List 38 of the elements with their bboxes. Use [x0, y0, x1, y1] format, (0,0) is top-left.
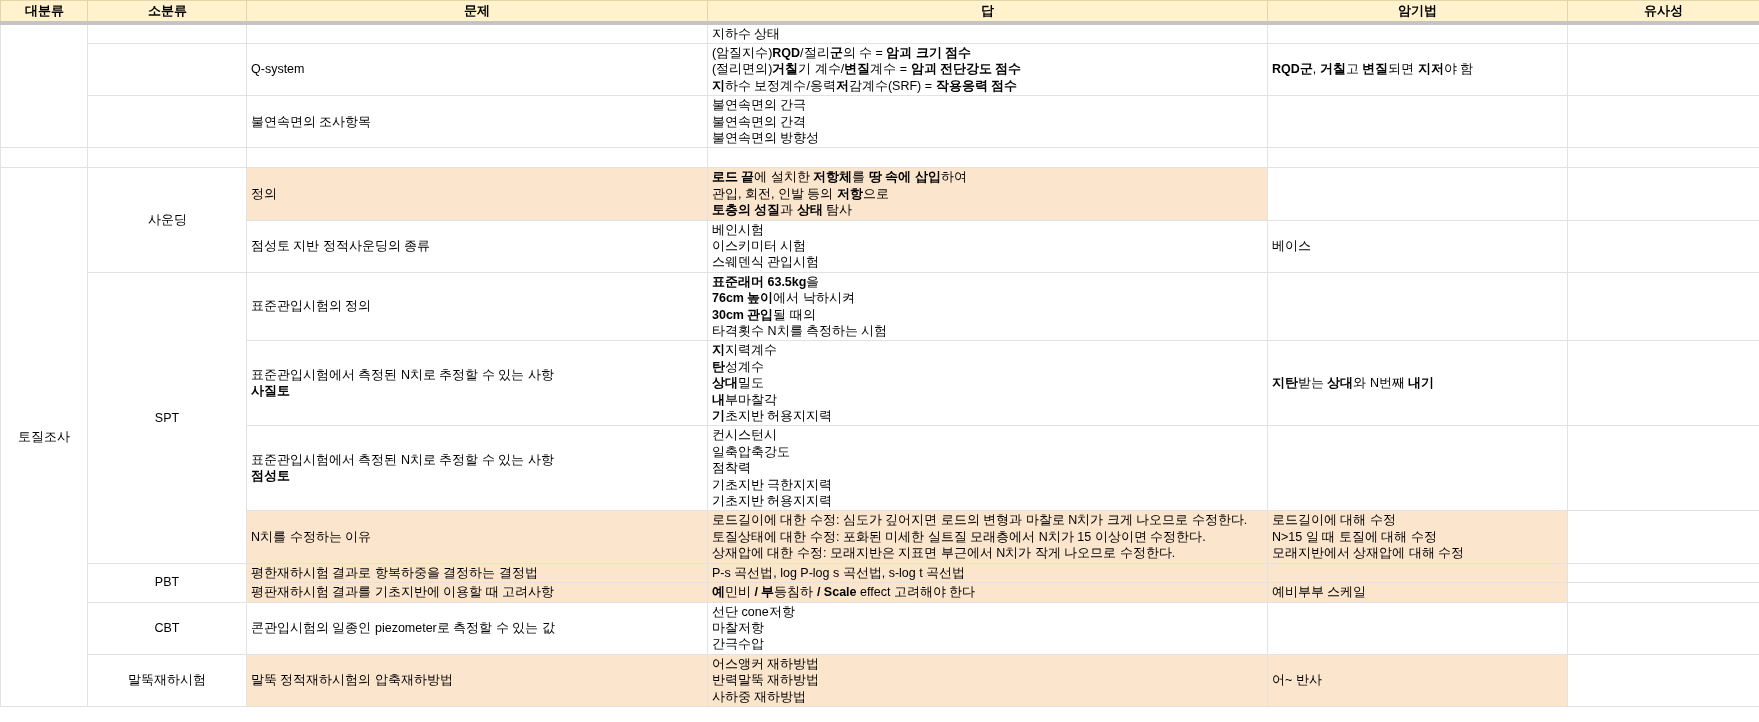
- column-header: 소분류: [87, 0, 247, 23]
- table-cell: 불연속면의 간극 불연속면의 간격 불연속면의 방향성: [707, 95, 1268, 148]
- table-cell: 콘관입시험의 일종인 piezometer로 측정할 수 있는 값: [246, 602, 708, 655]
- table-cell: 베이스: [1267, 220, 1568, 273]
- column-header: 암기법: [1267, 0, 1568, 23]
- table-cell: 말뚝재하시험: [87, 654, 247, 707]
- table-cell: 표준관입시험에서 측정된 N치로 추정할 수 있는 사항 점성토: [246, 425, 708, 511]
- table-cell: 어스앵커 재하방법 반력말뚝 재하방법 사하중 재하방법: [707, 654, 1268, 707]
- table-cell: 점성토 지반 정적사운딩의 종류: [246, 220, 708, 273]
- column-header: 대분류: [0, 0, 88, 23]
- column-header: 답: [707, 0, 1268, 23]
- table-cell: (암질지수)RQD/절리군의 수 = 암괴 크기 점수 (절리면의)거칠기 계수/변질계수 = 암괴 전단강도 점수 지하수 보정계수/응력저감계수(SRF) = 작용응력 점수: [707, 43, 1268, 96]
- table-cell: CBT: [87, 602, 247, 655]
- table-cell: 표준관입시험의 정의: [246, 272, 708, 341]
- table-cell: SPT: [87, 272, 247, 564]
- table-cell: 로드길이에 대해 수정 N>15 일 때 토질에 대해 수정 모래지반에서 상재압에 대해 수정: [1267, 510, 1568, 564]
- table-cell: 토질조사: [0, 167, 88, 707]
- table-cell: 지하수 상태: [707, 22, 1268, 44]
- table-cell: Q-system: [246, 43, 708, 96]
- table-cell: N치를 수정하는 이유: [246, 510, 708, 564]
- table-cell: 컨시스턴시 일축압축강도 점착력 기초지반 극한지지력 기초지반 허용지지력: [707, 425, 1268, 511]
- table-cell: 선단 cone저항 마찰저항 간극수압: [707, 602, 1268, 655]
- table-cell: 지지력계수 탄성계수 상대밀도 내부마찰각 기초지반 허용지지력: [707, 340, 1268, 426]
- table-cell: 어~ 반사: [1267, 654, 1568, 707]
- column-header: 문제: [246, 0, 708, 23]
- table-cell: 베인시험 이스키미터 시험 스웨덴식 관입시험: [707, 220, 1268, 273]
- table-cell: 지탄받는 상대와 N번째 내기: [1267, 340, 1568, 426]
- table-cell: 로드 끝에 설치한 저항체를 땅 속에 삽입하여 관입, 회전, 인발 등의 저항으로 토층의 성질과 상태 탐사: [707, 167, 1268, 221]
- table-cell: 사운딩: [87, 167, 247, 273]
- table-cell: 표준관입시험에서 측정된 N치로 추정할 수 있는 사항 사질토: [246, 340, 708, 426]
- column-header: 유사성: [1567, 0, 1759, 23]
- table-cell: 불연속면의 조사항목: [246, 95, 708, 148]
- table-cell: 말뚝 정적재하시험의 압축재하방법: [246, 654, 708, 707]
- table-cell: PBT: [87, 563, 247, 602]
- table-cell: 로드길이에 대한 수정: 심도가 깊어지면 로드의 변형과 마찰로 N치가 크게 나오므로 수정한다. 토질상태에 대한 수정: 포화된 미세한 실트질 모래층에서 N치가 15 이상이면 수정한다. 상재압에 대한 수정: 모래지반은 지표면 부근에서 N치가 작게 나오므로 수정한다.: [707, 510, 1268, 564]
- table-cell: 표준래머 63.5kg을 76cm 높이에서 낙하시켜 30cm 관입될 때의 타격횟수 N치를 측정하는 시험: [707, 272, 1268, 341]
- table-cell: RQD군, 거칠고 변질되면 지저야 함: [1267, 43, 1568, 96]
- table-cell: 정의: [246, 167, 708, 221]
